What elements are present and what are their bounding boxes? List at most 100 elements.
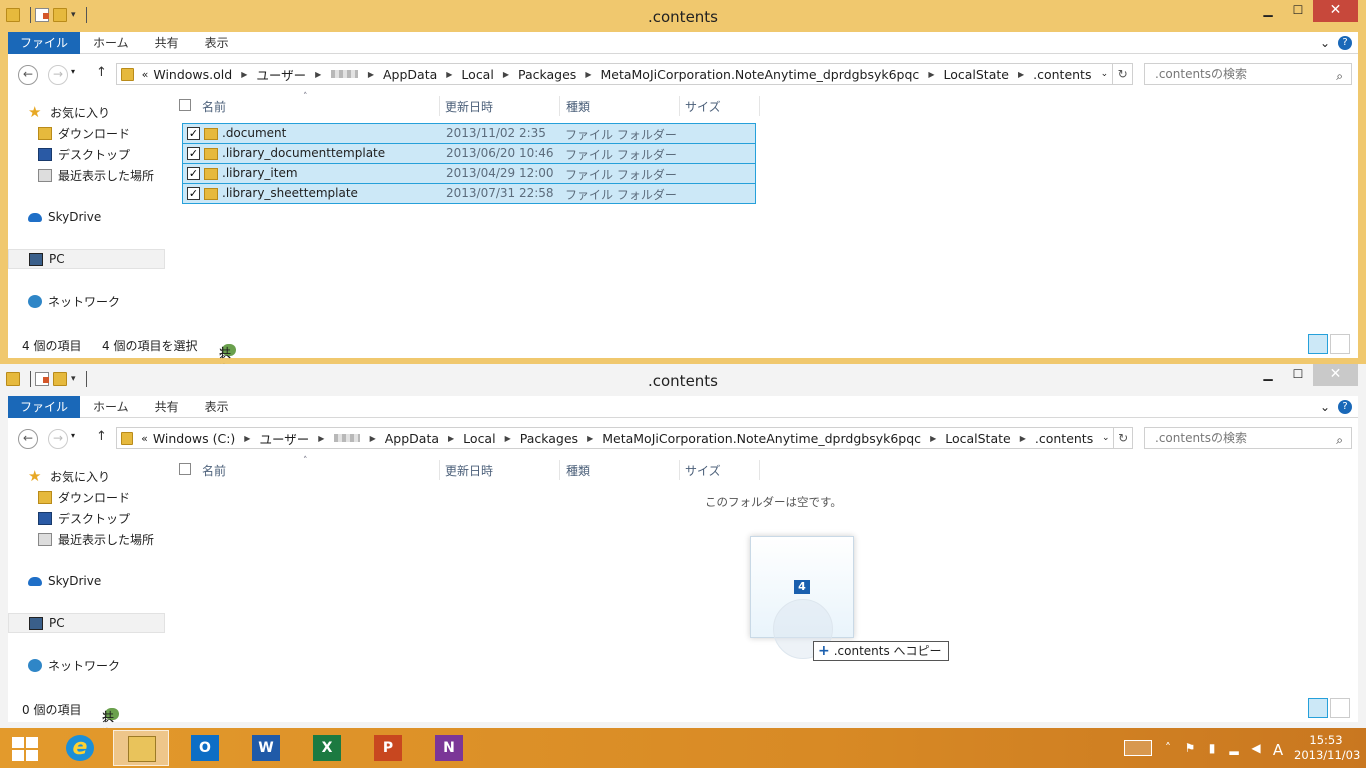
column-size[interactable]: サイズ: [685, 98, 721, 115]
address-bar[interactable]: « Windows (C:) ▶ ユーザー ▶ ▶ AppData ▶ Local ▶ …: [116, 427, 1133, 449]
show-hidden-icons-icon[interactable]: ˄: [1162, 741, 1174, 755]
tab-view[interactable]: 表示: [192, 396, 242, 418]
column-divider[interactable]: [759, 460, 760, 480]
breadcrumb-segment[interactable]: MetaMoJiCorporation.NoteAnytime_dprdgbsy…: [602, 431, 921, 446]
breadcrumb-segment[interactable]: MetaMoJiCorporation.NoteAnytime_dprdgbsy…: [600, 67, 919, 82]
chevron-right-icon[interactable]: ▶: [318, 434, 324, 443]
breadcrumb-segment[interactable]: Local: [461, 67, 493, 82]
nav-skydrive[interactable]: SkyDrive: [28, 571, 101, 591]
row-checkbox[interactable]: ✓: [187, 127, 200, 140]
recent-locations-icon[interactable]: ▾: [71, 67, 75, 76]
maximize-button[interactable]: ☐: [1283, 0, 1313, 22]
overflow-icon[interactable]: «: [142, 68, 149, 81]
nav-desktop[interactable]: デスクトップ: [38, 144, 130, 164]
column-type[interactable]: 種類: [566, 462, 590, 479]
breadcrumb-segment[interactable]: .contents: [1033, 67, 1091, 82]
back-button[interactable]: ←: [18, 429, 38, 449]
close-button[interactable]: ✕: [1313, 0, 1358, 22]
minimize-button[interactable]: ▁: [1253, 0, 1283, 22]
taskbar-file-explorer[interactable]: [113, 730, 169, 766]
column-type[interactable]: 種類: [566, 98, 590, 115]
search-icon[interactable]: ⌕: [1336, 66, 1343, 86]
column-name[interactable]: 名前: [202, 98, 226, 115]
address-dropdown-icon[interactable]: ⌄: [1096, 69, 1112, 79]
chevron-right-icon[interactable]: ▶: [446, 70, 452, 79]
taskbar-onenote[interactable]: N: [421, 730, 477, 766]
column-divider[interactable]: [759, 96, 760, 116]
overflow-icon[interactable]: «: [141, 432, 148, 445]
large-icons-view-button[interactable]: [1330, 334, 1350, 354]
chevron-right-icon[interactable]: ▶: [368, 70, 374, 79]
action-center-flag-icon[interactable]: ⚑: [1184, 741, 1196, 755]
taskbar-outlook[interactable]: O: [177, 730, 233, 766]
column-divider[interactable]: [559, 96, 560, 116]
ribbon-expand-icon[interactable]: ⌄: [1320, 36, 1330, 50]
chevron-right-icon[interactable]: ▶: [503, 70, 509, 79]
breadcrumb-segment[interactable]: Windows.old: [153, 67, 232, 82]
nav-pc[interactable]: PC: [8, 613, 165, 633]
column-date[interactable]: 更新日時: [445, 462, 493, 479]
breadcrumb-segment[interactable]: LocalState: [943, 67, 1009, 82]
address-dropdown-icon[interactable]: ⌄: [1098, 433, 1113, 443]
help-icon[interactable]: ?: [1338, 399, 1352, 414]
tab-file[interactable]: ファイル: [8, 395, 81, 418]
nav-network[interactable]: ネットワーク: [28, 655, 120, 675]
breadcrumb-segment[interactable]: AppData: [383, 67, 437, 82]
breadcrumb-segment[interactable]: AppData: [385, 431, 439, 446]
ime-mode[interactable]: A: [1272, 741, 1284, 759]
close-button[interactable]: ✕: [1313, 364, 1358, 386]
breadcrumb-segment[interactable]: ユーザー: [259, 429, 309, 448]
chevron-right-icon[interactable]: ▶: [1018, 70, 1024, 79]
chevron-right-icon[interactable]: ▶: [587, 434, 593, 443]
column-size[interactable]: サイズ: [685, 462, 721, 479]
ribbon-expand-icon[interactable]: ⌄: [1320, 400, 1330, 414]
up-button[interactable]: ↑: [96, 65, 107, 80]
nav-favorites[interactable]: ★ お気に入り: [28, 466, 110, 486]
chevron-right-icon[interactable]: ▶: [928, 70, 934, 79]
nav-favorites[interactable]: ★ お気に入り: [28, 102, 110, 122]
column-divider[interactable]: [559, 460, 560, 480]
help-icon[interactable]: ?: [1338, 35, 1352, 50]
file-row[interactable]: ✓ .library_item 2013/04/29 12:00 ファイル フォ…: [182, 163, 756, 184]
refresh-button[interactable]: ↻: [1113, 428, 1132, 448]
up-button[interactable]: ↑: [96, 429, 107, 444]
refresh-button[interactable]: ↻: [1112, 64, 1132, 84]
breadcrumb-segment[interactable]: Windows (C:): [153, 431, 235, 446]
chevron-right-icon[interactable]: ▶: [241, 70, 247, 79]
column-divider[interactable]: [439, 460, 440, 480]
chevron-right-icon[interactable]: ▶: [370, 434, 376, 443]
maximize-button[interactable]: ☐: [1283, 364, 1313, 386]
file-row[interactable]: ✓ .library_documenttemplate 2013/06/20 1…: [182, 143, 756, 164]
nav-recent-places[interactable]: 最近表示した場所: [38, 529, 154, 549]
column-divider[interactable]: [679, 460, 680, 480]
column-divider[interactable]: [439, 96, 440, 116]
taskbar-internet-explorer[interactable]: e: [52, 730, 108, 766]
search-input[interactable]: .contentsの検索 ⌕: [1144, 63, 1352, 85]
title-bar[interactable]: ▾ .contents ▁ ☐ ✕: [0, 0, 1366, 32]
details-view-button[interactable]: [1308, 698, 1328, 718]
chevron-right-icon[interactable]: ▶: [315, 70, 321, 79]
details-view-button[interactable]: [1308, 334, 1328, 354]
forward-button[interactable]: →: [48, 65, 68, 85]
taskbar-excel[interactable]: X: [299, 730, 355, 766]
breadcrumb-segment[interactable]: .contents: [1035, 431, 1093, 446]
chevron-right-icon[interactable]: ▶: [930, 434, 936, 443]
nav-pc[interactable]: PC: [8, 249, 165, 269]
chevron-right-icon[interactable]: ▶: [505, 434, 511, 443]
nav-downloads[interactable]: ダウンロード: [38, 487, 130, 507]
row-checkbox[interactable]: ✓: [187, 187, 200, 200]
touch-keyboard-icon[interactable]: [1124, 740, 1152, 756]
large-icons-view-button[interactable]: [1330, 698, 1350, 718]
tab-home[interactable]: ホーム: [80, 32, 142, 54]
taskbar-powerpoint[interactable]: P: [360, 730, 416, 766]
breadcrumb-segment[interactable]: Packages: [518, 67, 576, 82]
tab-file[interactable]: ファイル: [8, 31, 81, 54]
volume-muted-icon[interactable]: ◀: [1250, 741, 1262, 755]
column-divider[interactable]: [679, 96, 680, 116]
nav-downloads[interactable]: ダウンロード: [38, 123, 130, 143]
nav-skydrive[interactable]: SkyDrive: [28, 207, 101, 227]
breadcrumb-segment[interactable]: Local: [463, 431, 495, 446]
nav-recent-places[interactable]: 最近表示した場所: [38, 165, 154, 185]
chevron-right-icon[interactable]: ▶: [448, 434, 454, 443]
chevron-right-icon[interactable]: ▶: [1020, 434, 1026, 443]
